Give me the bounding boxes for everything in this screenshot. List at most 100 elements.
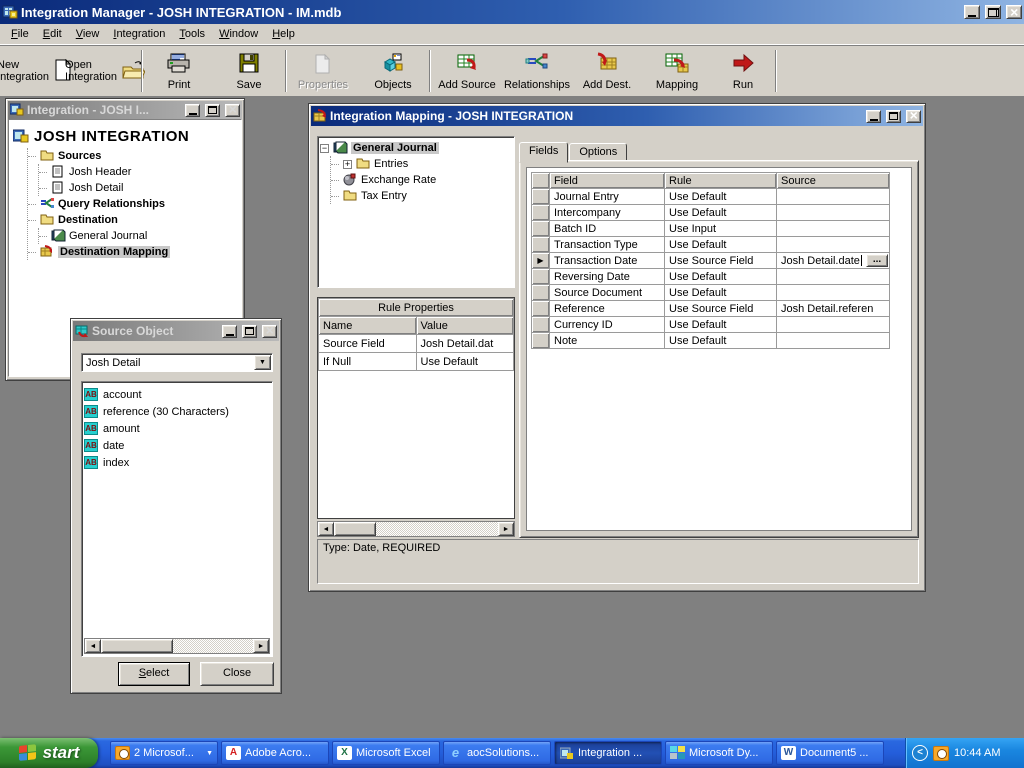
field-cell[interactable]: Transaction Date <box>550 253 665 269</box>
row-selector[interactable] <box>532 237 550 253</box>
menu-edit[interactable]: Edit <box>36 25 69 43</box>
field-cell[interactable]: Source Document <box>550 285 665 301</box>
row-selector[interactable] <box>532 317 550 333</box>
source-lookup-button[interactable]: ... <box>866 254 888 267</box>
mapping-button[interactable]: Mapping <box>642 48 712 94</box>
field-cell[interactable]: Journal Entry <box>550 189 665 205</box>
source-cell-editing[interactable]: Josh Detail.date ... <box>777 253 890 269</box>
source-cell[interactable] <box>777 237 890 253</box>
close-button[interactable] <box>1006 5 1022 19</box>
menu-help[interactable]: Help <box>265 25 302 43</box>
field-cell[interactable]: Reversing Date <box>550 269 665 285</box>
row-selector[interactable] <box>532 189 550 205</box>
rule-cell[interactable]: Use Default <box>665 333 777 349</box>
list-item-account[interactable]: account <box>84 386 270 403</box>
collapse-expander-icon[interactable] <box>320 144 329 153</box>
minimize-button[interactable] <box>185 104 200 117</box>
row-selector[interactable] <box>532 269 550 285</box>
task-button-dynamics[interactable]: Microsoft Dy... <box>665 741 773 765</box>
new-integration-button[interactable]: New Integration <box>0 48 70 94</box>
group-dropdown-icon[interactable] <box>206 750 213 757</box>
menu-view[interactable]: View <box>69 25 107 43</box>
rule-cell[interactable]: Use Default <box>665 205 777 221</box>
property-name[interactable]: If Null <box>319 353 417 371</box>
tree-node-josh-header[interactable]: Josh Header <box>39 164 239 180</box>
rule-cell[interactable]: Use Default <box>665 189 777 205</box>
scrollbar-track[interactable] <box>376 522 498 536</box>
tree-node-sources[interactable]: Sources <box>28 148 239 164</box>
source-cell[interactable] <box>777 333 890 349</box>
maximize-button[interactable] <box>886 110 901 123</box>
current-row-marker[interactable]: ▶ <box>532 253 550 269</box>
row-selector[interactable] <box>532 285 550 301</box>
rule-cell[interactable]: Use Source Field <box>665 301 777 317</box>
rule-cell[interactable]: Use Default <box>665 269 777 285</box>
menu-file[interactable]: File <box>4 25 36 43</box>
field-cell[interactable]: Batch ID <box>550 221 665 237</box>
tree-node-general-journal[interactable]: General Journal <box>320 140 512 156</box>
list-item-reference[interactable]: reference (30 Characters) <box>84 403 270 420</box>
scrollbar-track[interactable] <box>173 639 253 653</box>
scrollbar-thumb[interactable] <box>101 639 173 653</box>
row-selector[interactable] <box>532 333 550 349</box>
minimize-button[interactable] <box>964 5 980 19</box>
run-button[interactable]: Run <box>712 48 774 94</box>
start-button[interactable]: start <box>0 738 98 768</box>
field-cell[interactable]: Intercompany <box>550 205 665 221</box>
relationships-button[interactable]: Relationships <box>502 48 572 94</box>
scroll-left-icon[interactable]: ◄ <box>318 522 334 536</box>
row-selector[interactable] <box>532 301 550 317</box>
scroll-right-icon[interactable]: ► <box>498 522 514 536</box>
tree-node-destination-mapping[interactable]: Destination Mapping <box>28 244 239 260</box>
source-cell[interactable] <box>777 285 890 301</box>
task-button-grouped-microsoft[interactable]: 2 Microsof... <box>110 741 218 765</box>
add-dest-button[interactable]: Add Dest. <box>572 48 642 94</box>
menu-integration[interactable]: Integration <box>106 25 172 43</box>
source-cell[interactable] <box>777 205 890 221</box>
minimize-button[interactable] <box>222 325 237 338</box>
add-source-button[interactable]: Add Source <box>432 48 502 94</box>
select-button[interactable]: Select <box>118 662 190 686</box>
tree-node-exchange-rate[interactable]: Exchange Rate <box>331 172 512 188</box>
row-selector[interactable] <box>532 205 550 221</box>
properties-button[interactable]: Properties <box>288 48 358 94</box>
property-name[interactable]: Source Field <box>319 335 417 353</box>
menu-tools[interactable]: Tools <box>172 25 212 43</box>
maximize-button[interactable] <box>205 104 220 117</box>
list-item-amount[interactable]: amount <box>84 420 270 437</box>
task-button-adobe[interactable]: A Adobe Acro... <box>221 741 329 765</box>
rule-cell[interactable]: Use Default <box>665 237 777 253</box>
chevron-down-icon[interactable] <box>254 355 271 370</box>
rule-cell[interactable]: Use Input <box>665 221 777 237</box>
tree-node-destination[interactable]: Destination <box>28 212 239 228</box>
tree-node-entries[interactable]: Entries <box>331 156 512 172</box>
scrollbar-thumb[interactable] <box>334 522 376 536</box>
save-button[interactable]: Save <box>214 48 284 94</box>
field-cell[interactable]: Currency ID <box>550 317 665 333</box>
rule-properties-h-scrollbar[interactable]: ◄ ► <box>317 521 515 537</box>
source-object-dropdown[interactable]: Josh Detail <box>81 353 273 372</box>
restore-button[interactable] <box>985 5 1001 19</box>
rule-cell[interactable]: Use Source Field <box>665 253 777 269</box>
task-button-integration[interactable]: Integration ... <box>554 741 662 765</box>
expand-expander-icon[interactable] <box>343 160 352 169</box>
print-button[interactable]: Print <box>144 48 214 94</box>
source-cell[interactable] <box>777 189 890 205</box>
open-integration-button[interactable]: Open Integration <box>70 48 140 94</box>
list-item-date[interactable]: date <box>84 437 270 454</box>
minimize-button[interactable] <box>866 110 881 123</box>
tab-options[interactable]: Options <box>569 143 627 161</box>
scroll-left-icon[interactable]: ◄ <box>85 639 101 653</box>
tree-node-josh-detail[interactable]: Josh Detail <box>39 180 239 196</box>
property-value[interactable]: Josh Detail.dat <box>416 335 514 353</box>
list-item-index[interactable]: index <box>84 454 270 471</box>
close-button[interactable] <box>906 110 921 123</box>
tray-collapse-chevron-icon[interactable] <box>912 745 928 761</box>
close-button[interactable] <box>225 104 240 117</box>
property-value[interactable]: Use Default <box>416 353 514 371</box>
source-cell[interactable] <box>777 269 890 285</box>
maximize-button[interactable] <box>242 325 257 338</box>
task-button-document5[interactable]: W Document5 ... <box>776 741 884 765</box>
task-button-excel[interactable]: X Microsoft Excel <box>332 741 440 765</box>
objects-button[interactable]: Objects <box>358 48 428 94</box>
